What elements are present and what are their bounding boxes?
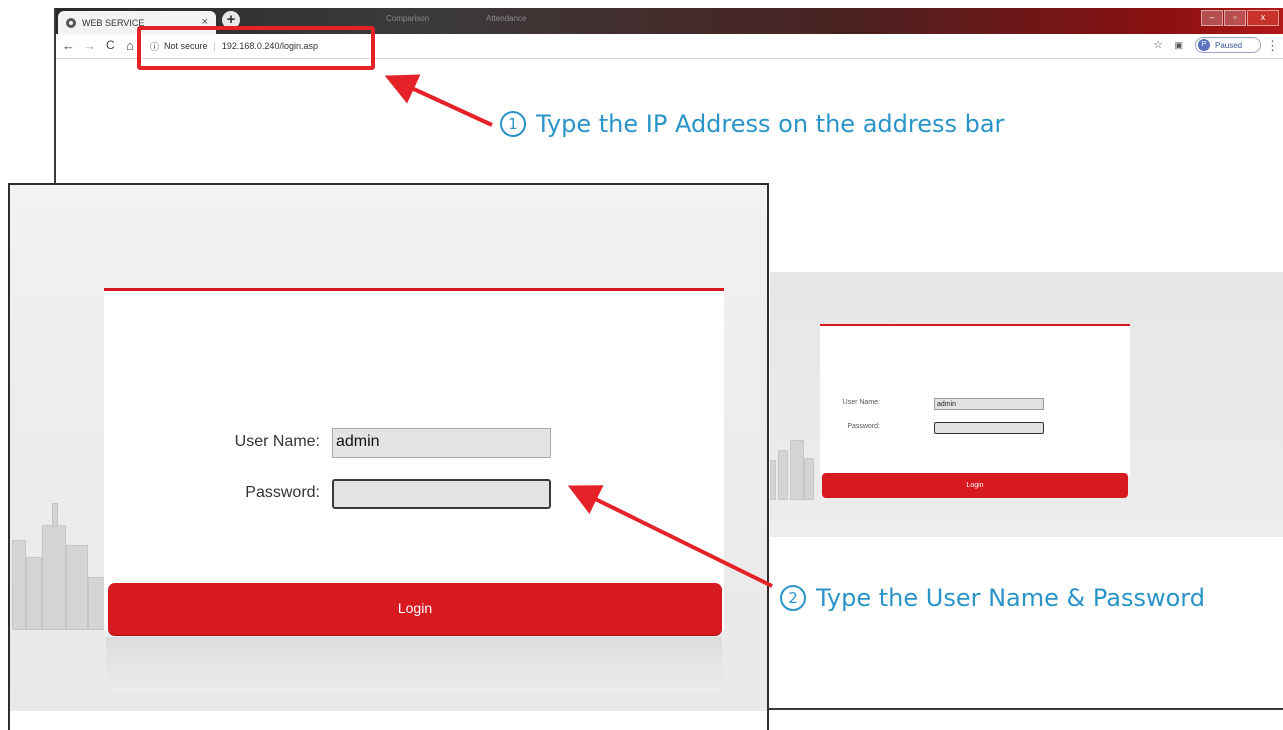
step2-text: Type the User Name & Password xyxy=(816,584,1205,612)
step2-number: 2 xyxy=(780,585,806,611)
arrow-to-password-field xyxy=(567,485,773,588)
arrow-to-address-bar xyxy=(384,74,493,127)
step2-note: 2 Type the User Name & Password xyxy=(780,584,1205,612)
step1-number: 1 xyxy=(500,111,526,137)
step1-note: 1 Type the IP Address on the address bar xyxy=(500,110,1004,138)
step1-text: Type the IP Address on the address bar xyxy=(536,110,1005,138)
